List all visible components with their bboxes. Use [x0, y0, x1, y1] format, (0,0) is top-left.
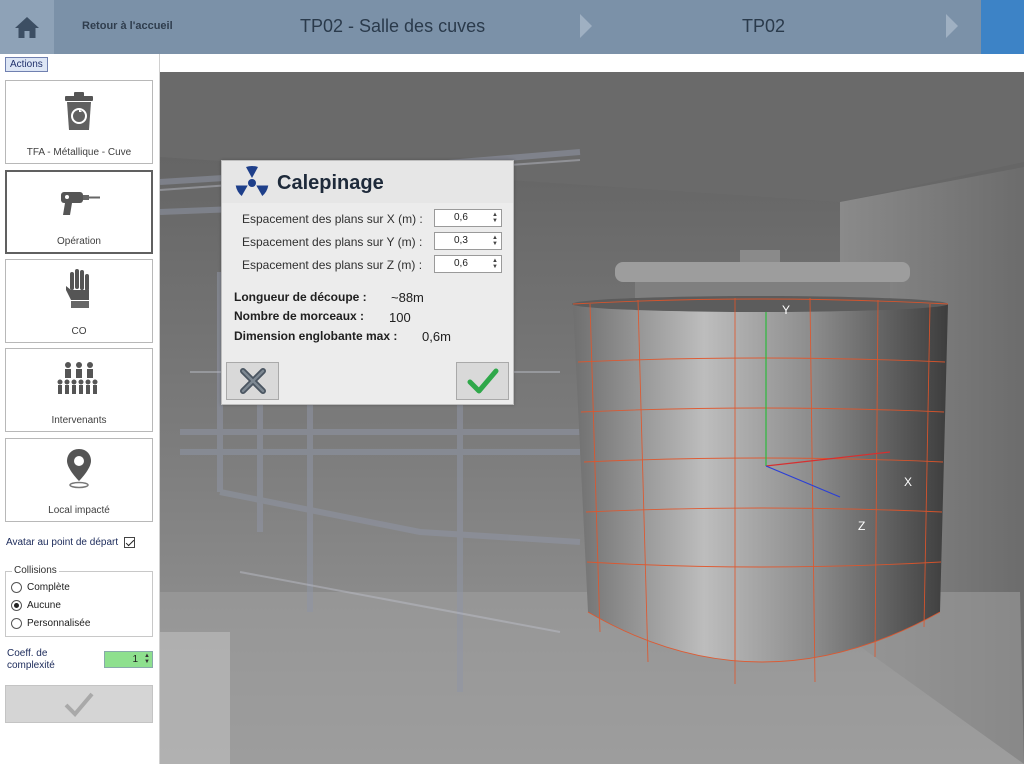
breadcrumb-tp[interactable]: TP02 [742, 16, 785, 37]
home-link[interactable]: Retour à l'accueil [82, 20, 173, 32]
glove-icon [66, 269, 89, 308]
axis-y-label: Y [782, 303, 791, 317]
tile-co-label: CO [71, 326, 87, 337]
dialog-title: Calepinage [277, 172, 384, 194]
radio-complete-label: Complète [27, 582, 70, 593]
max-dimension-value: 0,6m [422, 329, 451, 344]
drill-icon [61, 192, 100, 215]
home-button[interactable] [0, 0, 54, 54]
tile-waste-label: TFA - Métallique - Cuve [26, 147, 132, 158]
tile-intervenants[interactable]: Intervenants [5, 348, 153, 432]
cut-length-value: ~88m [391, 290, 424, 305]
radio-personnalisee-button[interactable] [11, 618, 22, 629]
stepper-arrows-icon[interactable]: ▲ ▼ [492, 258, 498, 270]
check-icon [64, 692, 94, 717]
breadcrumb-room[interactable]: TP02 - Salle des cuves [300, 16, 485, 37]
stepper-arrows-icon[interactable]: ▲ ▼ [492, 235, 498, 247]
pieces-count-value: 100 [389, 310, 411, 325]
dialog-cancel-button[interactable] [226, 362, 279, 400]
radiation-icon [235, 165, 269, 196]
param-y-label: Espacement des plans sur Y (m) : [242, 235, 423, 249]
param-y-input[interactable]: 0,3 ▲ ▼ [434, 232, 502, 250]
recycle-bin-icon [65, 92, 93, 130]
actions-tab[interactable]: Actions [5, 57, 48, 72]
tile-local-label: Local impacté [48, 505, 110, 516]
tile-operation-label: Opération [57, 236, 101, 247]
axis-x-label: X [904, 475, 913, 489]
corner-accent[interactable] [981, 0, 1024, 54]
top-bar: Retour à l'accueil TP02 - Salle des cuve… [0, 0, 1024, 54]
radio-personnalisee[interactable]: Personnalisée [11, 618, 90, 629]
check-icon [467, 368, 498, 394]
avatar-start-label: Avatar au point de départ [6, 537, 119, 548]
validate-button[interactable] [5, 685, 153, 723]
breadcrumb-chevron-icon [946, 14, 958, 38]
param-z-label: Espacement des plans sur Z (m) : [242, 258, 423, 272]
calepinage-dialog: Calepinage Espacement des plans sur X (m… [221, 160, 514, 405]
max-dimension-label: Dimension englobante max : [234, 329, 398, 343]
radio-personnalisee-label: Personnalisée [27, 618, 91, 629]
tile-operation[interactable]: Opération [5, 170, 153, 254]
home-icon [15, 17, 39, 38]
stepper-arrows-icon[interactable]: ▲ ▼ [144, 653, 150, 665]
collisions-group: Collisions Complète Aucune Personnalisée [5, 565, 153, 637]
people-icon [57, 362, 98, 394]
collisions-legend: Collisions [12, 565, 59, 576]
location-pin-icon [67, 449, 91, 489]
stepper-arrows-icon[interactable]: ▲ ▼ [492, 212, 498, 224]
dialog-ok-button[interactable] [456, 362, 509, 400]
coeff-value: 1 [132, 654, 138, 665]
radio-aucune-button[interactable] [11, 600, 22, 611]
coeff-stepper[interactable]: 1 ▲ ▼ [104, 651, 153, 668]
radio-complete[interactable]: Complète [11, 582, 70, 593]
viewport-top-strip [160, 54, 1024, 72]
tile-intervenants-label: Intervenants [51, 415, 107, 426]
close-icon [239, 368, 266, 394]
tile-co[interactable]: CO [5, 259, 153, 343]
param-x-input[interactable]: 0,6 ▲ ▼ [434, 209, 502, 227]
avatar-start-checkbox[interactable] [124, 537, 136, 548]
dialog-header: Calepinage [222, 161, 513, 203]
tile-waste[interactable]: TFA - Métallique - Cuve [5, 80, 153, 164]
radio-complete-button[interactable] [11, 582, 22, 593]
radio-aucune[interactable]: Aucune [11, 600, 61, 611]
avatar-start-row: Avatar au point de départ [6, 537, 136, 548]
actions-sidebar: Actions TFA - Métallique - Cuve Opératio… [0, 54, 160, 764]
param-z-input[interactable]: 0,6 ▲ ▼ [434, 255, 502, 273]
coeff-label: Coeff. de complexité [7, 648, 55, 671]
param-x-value: 0,6 [454, 212, 468, 223]
param-z-value: 0,6 [454, 258, 468, 269]
param-y-value: 0,3 [454, 235, 468, 246]
breadcrumb-chevron-icon [580, 14, 592, 38]
radio-aucune-label: Aucune [27, 600, 61, 611]
cut-length-label: Longueur de découpe : [234, 290, 367, 304]
param-x-label: Espacement des plans sur X (m) : [242, 212, 423, 226]
tile-local[interactable]: Local impacté [5, 438, 153, 522]
axis-z-label: Z [858, 519, 866, 533]
pieces-count-label: Nombre de morceaux : [234, 309, 365, 323]
